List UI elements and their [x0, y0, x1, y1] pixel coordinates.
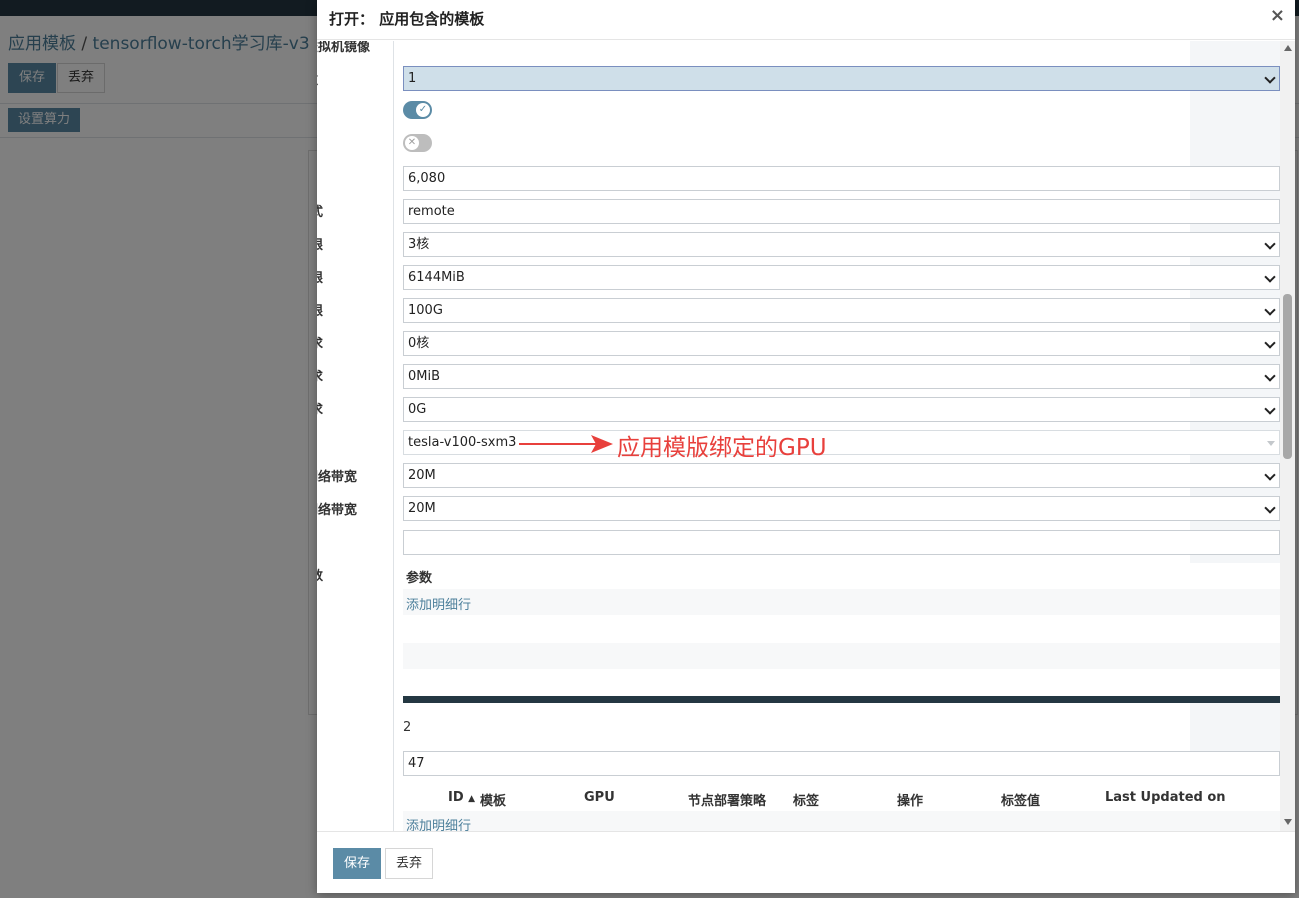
- column-header-operation[interactable]: 操作: [897, 790, 923, 809]
- cpu-limit-select[interactable]: 3核: [403, 232, 1280, 257]
- enabled-toggle-on[interactable]: ✓: [403, 101, 432, 119]
- disk-limit-select[interactable]: 100G: [403, 298, 1280, 323]
- close-icon[interactable]: ×: [1270, 5, 1285, 26]
- column-header-tag[interactable]: 标签: [793, 790, 819, 809]
- label-memory-request: 求: [317, 366, 323, 385]
- sort-ascending-icon: ▲: [468, 794, 476, 804]
- scroll-down-icon[interactable]: [1284, 819, 1292, 825]
- column-header-id[interactable]: ID ▲: [448, 790, 475, 805]
- column-header-deploy-policy[interactable]: 节点部署策略: [688, 790, 766, 809]
- annotation-arrow-icon: [519, 435, 613, 453]
- template-dialog: 打开： 应用包含的模板 × 虚拟机镜像 数 式 限 限 限 求 求 求 网络带宽…: [317, 0, 1295, 893]
- label-out-bandwidth: 网络带宽: [317, 503, 358, 518]
- table-row-band: [403, 811, 1280, 831]
- params-section-title: 参数: [406, 571, 433, 586]
- dialog-title: 打开： 应用包含的模板: [329, 10, 485, 28]
- label-in-bandwidth: 网络带宽: [317, 470, 358, 485]
- dialog-body: 虚拟机镜像 数 式 限 限 限 求 求 求 网络带宽 网络带宽 数 1 ✓ ✕ …: [317, 41, 1295, 831]
- column-header-template[interactable]: 模板: [480, 790, 506, 809]
- label-cpu-limit: 限: [317, 234, 323, 253]
- column-header-id-label: ID: [448, 790, 464, 805]
- label-disk-request: 求: [317, 399, 323, 418]
- add-line-link[interactable]: 添加明细行: [406, 594, 471, 613]
- memory-request-select[interactable]: 0MiB: [403, 364, 1280, 389]
- section-divider-bar: [403, 696, 1280, 703]
- params-row-band: [403, 643, 1280, 669]
- out-bandwidth-select[interactable]: 20M: [403, 496, 1280, 521]
- port-input[interactable]: 6,080: [403, 166, 1280, 191]
- side-panel: [1190, 701, 1280, 751]
- memory-limit-select[interactable]: 6144MiB: [403, 265, 1280, 290]
- cpu-request-select[interactable]: 0核: [403, 331, 1280, 356]
- label-image: 虚拟机镜像: [317, 41, 371, 55]
- access-mode-input[interactable]: remote: [403, 199, 1280, 224]
- label-cpu-request: 求: [317, 333, 323, 352]
- extra-input[interactable]: [403, 530, 1280, 555]
- dialog-footer: 保存 丢弃: [317, 831, 1295, 893]
- column-header-tag-value[interactable]: 标签值: [1001, 790, 1040, 809]
- disk-request-select[interactable]: 0G: [403, 397, 1280, 422]
- column-header-gpu[interactable]: GPU: [584, 790, 615, 805]
- label-memory-limit: 限: [317, 267, 323, 286]
- number-input[interactable]: 47: [403, 751, 1280, 776]
- discard-button[interactable]: 丢弃: [385, 848, 434, 879]
- x-icon: ✕: [405, 136, 419, 150]
- gpu-annotation: 应用模版绑定的GPU: [617, 435, 827, 461]
- add-line-link-2[interactable]: 添加明细行: [406, 815, 471, 831]
- save-button[interactable]: 保存: [333, 848, 382, 879]
- label-params: 数: [317, 565, 323, 584]
- dialog-header: 打开： 应用包含的模板 ×: [317, 0, 1295, 40]
- scroll-thumb[interactable]: [1283, 294, 1292, 459]
- check-icon: ✓: [416, 103, 430, 117]
- enabled-toggle-off[interactable]: ✕: [403, 134, 432, 152]
- column-header-last-updated[interactable]: Last Updated on: [1105, 790, 1226, 805]
- count-select[interactable]: 1: [403, 66, 1280, 91]
- field-label-column: 虚拟机镜像 数 式 限 限 限 求 求 求 网络带宽 网络带宽 数: [317, 41, 394, 831]
- count-value: 2: [403, 720, 412, 735]
- label-mode: 式: [317, 201, 323, 220]
- label-count: 数: [317, 69, 318, 88]
- label-disk-limit: 限: [317, 300, 323, 319]
- scroll-up-icon[interactable]: [1284, 45, 1292, 51]
- params-row-band: [403, 589, 1280, 615]
- vertical-scrollbar[interactable]: [1280, 41, 1295, 831]
- in-bandwidth-select[interactable]: 20M: [403, 463, 1280, 488]
